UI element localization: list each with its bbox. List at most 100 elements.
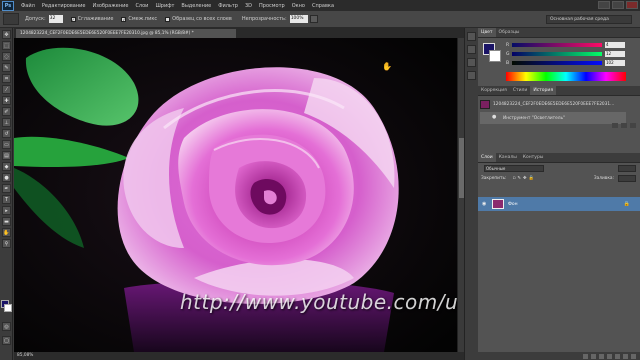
- opacity-dropdown-button[interactable]: [309, 15, 318, 23]
- quick-mask-icon[interactable]: ◎: [2, 322, 11, 331]
- new-group-icon[interactable]: [615, 353, 620, 359]
- close-button[interactable]: [626, 1, 638, 9]
- tolerance-input[interactable]: 32: [48, 15, 63, 23]
- lock-icons[interactable]: ▫✎✥🔒: [512, 176, 535, 181]
- tool-preset-picker[interactable]: [3, 13, 19, 25]
- history-brush-tool-icon[interactable]: ↺: [2, 129, 11, 138]
- tab-paths[interactable]: Контуры: [520, 153, 547, 162]
- contiguous-checkbox[interactable]: [121, 16, 127, 22]
- history-step[interactable]: ● Инструмент "Осветлитель": [480, 112, 626, 124]
- shape-tool-icon[interactable]: ▬: [2, 217, 11, 226]
- slider-green-value[interactable]: 12: [605, 51, 625, 57]
- workspace-switcher[interactable]: Основная рабочая среда: [546, 15, 632, 24]
- tab-color[interactable]: Цвет: [478, 28, 496, 37]
- menu-3d[interactable]: 3D: [245, 3, 252, 9]
- menu-select[interactable]: Выделение: [181, 3, 211, 9]
- tools-panel: ✥ ⬚ ◌ ✎ ⌗ ⁄ ✚ ✐ ⊥ ↺ ▭ ▤ ◆ ● ✒ T ▸ ▬ ✋ ⚲ …: [0, 28, 13, 360]
- sample-all-layers-label: Образец со всех слоев: [172, 16, 232, 22]
- visibility-eye-icon[interactable]: ◉: [482, 201, 489, 207]
- slider-blue-value[interactable]: 102: [605, 60, 625, 66]
- slider-blue[interactable]: B 102: [506, 60, 625, 66]
- lasso-tool-icon[interactable]: ◌: [2, 52, 11, 61]
- tab-styles[interactable]: Стили: [510, 86, 531, 95]
- quick-select-tool-icon[interactable]: ✎: [2, 63, 11, 72]
- smoothing-label: Сглаживание: [77, 16, 114, 22]
- smoothing-checkbox[interactable]: [70, 16, 76, 22]
- minimize-button[interactable]: [598, 1, 610, 9]
- tab-history[interactable]: История: [530, 86, 557, 95]
- hand-tool-icon[interactable]: ✋: [2, 228, 11, 237]
- menu-view[interactable]: Просмотр: [259, 3, 285, 9]
- document-tab[interactable]: 1204823224_CEF2F0EDE6E5EDE6E520F0EEE7FE2…: [16, 29, 236, 38]
- color-spectrum-bar[interactable]: [506, 72, 626, 81]
- snapshot-thumbnail: [480, 99, 490, 109]
- menu-filter[interactable]: Фильтр: [218, 3, 238, 9]
- slider-red-value[interactable]: 4: [605, 42, 625, 48]
- clone-stamp-tool-icon[interactable]: ⊥: [2, 118, 11, 127]
- layer-fill-input[interactable]: [618, 174, 636, 182]
- dodge-tool-icon: ●: [492, 114, 497, 120]
- zoom-level[interactable]: 85,08%: [17, 353, 33, 358]
- marquee-tool-icon[interactable]: ⬚: [2, 41, 11, 50]
- new-snapshot-icon[interactable]: [621, 123, 627, 128]
- photoshop-logo: Ps: [2, 0, 14, 11]
- slider-green-track[interactable]: [512, 52, 602, 56]
- crop-tool-icon[interactable]: ⌗: [2, 74, 11, 83]
- menu-window[interactable]: Окно: [292, 3, 305, 9]
- gradient-tool-icon[interactable]: ▤: [2, 151, 11, 160]
- vertical-scrollbar[interactable]: [457, 38, 464, 352]
- path-selection-tool-icon[interactable]: ▸: [2, 206, 11, 215]
- adjustment-layer-icon[interactable]: [607, 353, 612, 359]
- sample-all-layers-checkbox[interactable]: [165, 16, 171, 22]
- new-layer-icon[interactable]: [623, 353, 628, 359]
- blend-mode-select[interactable]: Обычные: [484, 164, 544, 172]
- history-snapshot[interactable]: 1204823224_CEF2F0EDE6E5EDE6E520F0EEE7FE2…: [480, 98, 626, 110]
- slider-green[interactable]: G 12: [506, 51, 625, 57]
- dock-brush-icon[interactable]: [467, 58, 476, 67]
- zoom-tool-icon[interactable]: ⚲: [2, 239, 11, 248]
- layer-row-background[interactable]: ◉ Фон 🔒: [478, 197, 640, 211]
- slider-red[interactable]: R 4: [506, 42, 625, 48]
- eyedropper-tool-icon[interactable]: ⁄: [2, 85, 11, 94]
- layer-style-icon[interactable]: [591, 353, 596, 359]
- healing-brush-tool-icon[interactable]: ✚: [2, 96, 11, 105]
- menu-help[interactable]: Справка: [312, 3, 334, 9]
- contiguous-label: Смеж.пикс: [128, 16, 158, 22]
- dock-history-icon[interactable]: [467, 32, 476, 41]
- opacity-input[interactable]: 100%: [289, 15, 308, 23]
- eraser-tool-icon[interactable]: ▭: [2, 140, 11, 149]
- dodge-tool-icon[interactable]: ●: [2, 173, 11, 182]
- background-color-swatch[interactable]: [4, 304, 12, 312]
- dock-char-icon[interactable]: [467, 71, 476, 80]
- tab-adjustments[interactable]: Коррекция: [478, 86, 510, 95]
- layer-mask-icon[interactable]: [599, 353, 604, 359]
- menu-image[interactable]: Изображение: [92, 3, 128, 9]
- slider-red-track[interactable]: [512, 43, 602, 47]
- move-tool-icon[interactable]: ✥: [2, 30, 11, 39]
- tab-swatches[interactable]: Образцы: [496, 28, 523, 37]
- options-bar: Допуск: 32 Сглаживание Смеж.пикс Образец…: [0, 11, 640, 28]
- delete-state-icon[interactable]: [630, 123, 636, 128]
- maximize-button[interactable]: [612, 1, 624, 9]
- menu-type[interactable]: Шрифт: [155, 3, 174, 9]
- layers-footer: [478, 352, 640, 360]
- type-tool-icon[interactable]: T: [2, 195, 11, 204]
- menu-file[interactable]: Файл: [21, 3, 35, 9]
- slider-blue-track[interactable]: [512, 61, 602, 65]
- fill-label: Заливка:: [593, 175, 614, 181]
- background-color-box[interactable]: [489, 50, 501, 62]
- menu-layers[interactable]: Слои: [135, 3, 148, 9]
- pen-tool-icon[interactable]: ✒: [2, 184, 11, 193]
- tab-layers[interactable]: Слои: [478, 153, 496, 162]
- new-document-from-state-icon[interactable]: [612, 123, 618, 128]
- brush-tool-icon[interactable]: ✐: [2, 107, 11, 116]
- blur-tool-icon[interactable]: ◆: [2, 162, 11, 171]
- dock-properties-icon[interactable]: [467, 45, 476, 54]
- color-panel-tabs: Цвет Образцы: [478, 28, 640, 38]
- menu-edit[interactable]: Редактирование: [42, 3, 86, 9]
- screen-mode-icon[interactable]: ▢: [2, 336, 11, 345]
- tab-channels[interactable]: Каналы: [496, 153, 520, 162]
- layer-opacity-input[interactable]: [618, 164, 636, 172]
- link-layers-icon[interactable]: [583, 353, 588, 359]
- delete-layer-icon[interactable]: [631, 353, 636, 359]
